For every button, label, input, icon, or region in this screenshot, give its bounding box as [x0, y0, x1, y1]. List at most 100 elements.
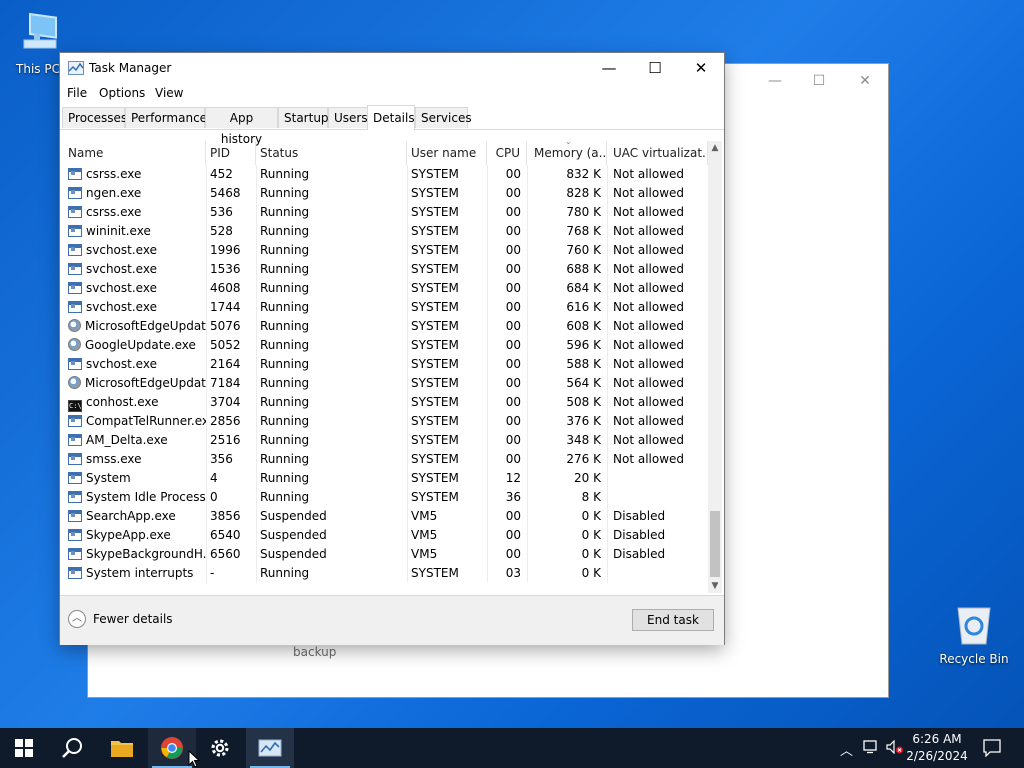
bg-minimize-icon[interactable]: — — [760, 72, 790, 90]
cell-user: VM5 — [411, 509, 438, 523]
process-name: System Idle Process — [86, 490, 206, 504]
menu-view[interactable]: View — [155, 86, 183, 100]
cell-status: Running — [260, 281, 310, 295]
tab-app-history[interactable]: App history — [205, 107, 278, 146]
cell-memory: 780 K — [566, 205, 601, 219]
recycle-bin-label: Recycle Bin — [939, 652, 1009, 666]
task-manager-taskbar-button[interactable] — [246, 728, 294, 768]
table-row[interactable]: System 4 Running SYSTEM 12 20 K — [64, 469, 708, 488]
cell-cpu: 00 — [505, 528, 521, 542]
updater-app-icon — [68, 338, 81, 351]
application-window-icon — [68, 453, 82, 465]
process-name: GoogleUpdate.exe — [85, 338, 196, 352]
cell-cpu: 00 — [505, 281, 521, 295]
cell-user: SYSTEM — [411, 452, 459, 466]
vertical-scrollbar[interactable]: ▲ ▼ — [708, 141, 722, 593]
search-icon — [62, 738, 82, 758]
table-row[interactable]: MicrosoftEdgeUpdat... 5076 Running SYSTEM 00… — [64, 317, 708, 336]
cell-pid: 356 — [210, 452, 233, 466]
table-row[interactable]: SearchApp.exe 3856 Suspended VM5 00 0 K Disabl… — [64, 507, 708, 526]
table-row[interactable]: MicrosoftEdgeUpdat... 7184 Running SYSTEM 00… — [64, 374, 708, 393]
table-row[interactable]: SkypeApp.exe 6540 Suspended VM5 00 0 K Disable… — [64, 526, 708, 545]
cell-memory: 508 K — [566, 395, 601, 409]
tab-bar: Processes Performance App history Startu… — [60, 105, 724, 146]
file-explorer-button[interactable] — [98, 728, 146, 768]
scrollbar-thumb[interactable] — [710, 511, 720, 577]
cell-pid: 5076 — [210, 319, 241, 333]
bg-maximize-icon[interactable]: ☐ — [804, 72, 834, 90]
tab-processes[interactable]: Processes — [62, 107, 127, 128]
table-row[interactable]: AM_Delta.exe 2516 Running SYSTEM 00 348 K Not … — [64, 431, 708, 450]
table-row[interactable]: CompatTelRunner.exe 2856 Running SYSTEM 00 37… — [64, 412, 708, 431]
cell-memory: 348 K — [566, 433, 601, 447]
table-row[interactable]: csrss.exe 536 Running SYSTEM 00 780 K Not allo… — [64, 203, 708, 222]
title-bar[interactable]: Task Manager — ☐ ✕ — [60, 53, 724, 83]
menu-options[interactable]: Options — [99, 86, 145, 100]
fewer-details-toggle[interactable]: ︿ Fewer details — [68, 610, 173, 628]
tab-performance[interactable]: Performance — [125, 107, 207, 128]
tab-services[interactable]: Services — [415, 107, 472, 128]
cell-memory: 20 K — [574, 471, 601, 485]
cell-memory: 760 K — [566, 243, 601, 257]
close-button[interactable]: ✕ — [678, 53, 724, 83]
table-row[interactable]: svchost.exe 2164 Running SYSTEM 00 588 K Not a… — [64, 355, 708, 374]
minimize-button[interactable]: — — [586, 53, 632, 83]
settings-button[interactable] — [196, 728, 244, 768]
column-header-name[interactable]: Name — [64, 141, 206, 165]
search-button[interactable] — [48, 728, 96, 768]
table-row[interactable]: System interrupts - Running SYSTEM 03 0 K — [64, 564, 708, 583]
notifications-icon[interactable] — [983, 739, 1001, 757]
process-name: svchost.exe — [86, 300, 157, 314]
table-row[interactable]: svchost.exe 4608 Running SYSTEM 00 684 K Not a… — [64, 279, 708, 298]
recycle-bin-desktop-icon[interactable]: Recycle Bin — [936, 602, 1012, 666]
cell-uac: Not allowed — [613, 338, 685, 352]
cell-cpu: 00 — [505, 243, 521, 257]
table-row[interactable]: System Idle Process 0 Running SYSTEM 36 8 K — [64, 488, 708, 507]
cell-name: GoogleUpdate.exe — [64, 336, 206, 355]
table-row[interactable]: GoogleUpdate.exe 5052 Running SYSTEM 00 596 K… — [64, 336, 708, 355]
cell-pid: 2164 — [210, 357, 241, 371]
cell-cpu: 36 — [505, 490, 521, 504]
cell-memory: 596 K — [566, 338, 601, 352]
fewer-details-label: Fewer details — [93, 612, 173, 626]
maximize-button[interactable]: ☐ — [632, 53, 678, 83]
table-row[interactable]: wininit.exe 528 Running SYSTEM 00 768 K Not al… — [64, 222, 708, 241]
end-task-button[interactable]: End task — [632, 609, 714, 631]
cell-cpu: 00 — [505, 547, 521, 561]
table-row[interactable]: C:\ conhost.exe 3704 Running SYSTEM 00 508 K No… — [64, 393, 708, 412]
show-hidden-icons-chevron-icon[interactable]: ︿ — [840, 740, 853, 759]
task-manager-window[interactable]: Task Manager — ☐ ✕ File Options View Pro… — [60, 53, 724, 645]
table-row[interactable]: svchost.exe 1996 Running SYSTEM 00 760 K Not a… — [64, 241, 708, 260]
column-header-uac[interactable]: UAC virtualizat... — [607, 141, 708, 165]
table-row[interactable]: svchost.exe 1744 Running SYSTEM 00 616 K Not a… — [64, 298, 708, 317]
column-header-pid[interactable]: PID — [206, 141, 256, 165]
clock-time: 6:26 AM — [912, 732, 962, 746]
bg-close-icon[interactable]: ✕ — [850, 72, 880, 90]
scroll-up-icon[interactable]: ▲ — [708, 141, 722, 155]
system-clock[interactable]: 6:26 AM 2/26/2024 — [902, 731, 972, 765]
column-header-user-name[interactable]: User name — [407, 141, 487, 165]
cell-user: SYSTEM — [411, 262, 459, 276]
column-header-status[interactable]: Status — [256, 141, 407, 165]
table-row[interactable]: SkypeBackgroundH... 6560 Suspended VM5 00 0 K… — [64, 545, 708, 564]
start-button[interactable] — [0, 728, 48, 768]
cell-memory: 0 K — [581, 547, 601, 561]
cell-name: ngen.exe — [64, 184, 206, 203]
network-icon[interactable] — [863, 740, 879, 754]
tab-startup[interactable]: Startup — [278, 107, 329, 128]
scroll-down-icon[interactable]: ▼ — [708, 579, 722, 593]
updater-app-icon — [68, 319, 81, 332]
table-row[interactable]: ngen.exe 5468 Running SYSTEM 00 828 K Not allo… — [64, 184, 708, 203]
menu-file[interactable]: File — [67, 86, 87, 100]
application-window-icon — [68, 282, 82, 294]
table-row[interactable]: smss.exe 356 Running SYSTEM 00 276 K Not allow… — [64, 450, 708, 469]
table-row[interactable]: csrss.exe 452 Running SYSTEM 00 832 K Not allo… — [64, 165, 708, 184]
table-row[interactable]: svchost.exe 1536 Running SYSTEM 00 688 K Not a… — [64, 260, 708, 279]
tab-details[interactable]: Details — [367, 105, 415, 130]
cell-user: SYSTEM — [411, 471, 459, 485]
process-name: ngen.exe — [86, 186, 142, 200]
process-name: MicrosoftEdgeUpdat... — [85, 376, 206, 390]
cell-user: VM5 — [411, 528, 438, 542]
tab-users[interactable]: Users — [328, 107, 368, 128]
column-header-cpu[interactable]: CPU — [487, 141, 527, 165]
